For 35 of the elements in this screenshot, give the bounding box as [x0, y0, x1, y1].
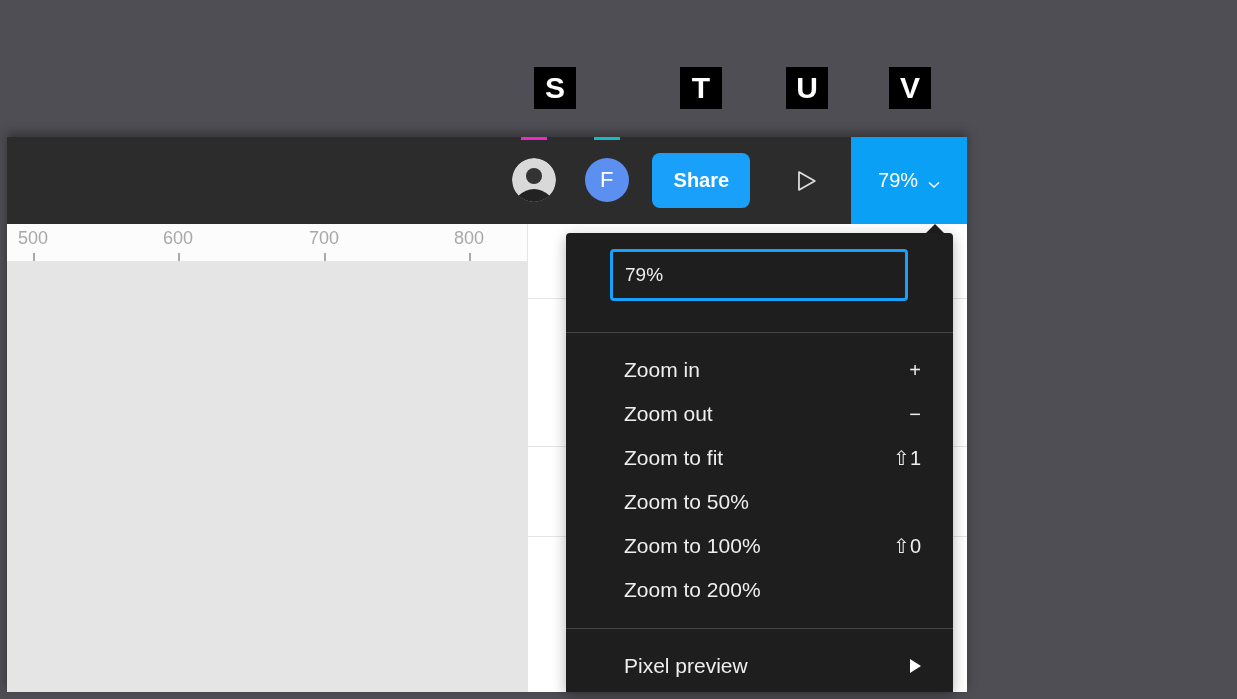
- menu-item-label: Zoom to 200%: [624, 578, 761, 602]
- ruler-tick: [469, 253, 471, 261]
- ruler-tick: [33, 253, 35, 261]
- ruler-label: 800: [454, 228, 484, 249]
- menu-item-label: Zoom in: [624, 358, 700, 382]
- menu-item-label: Pixel preview: [624, 654, 748, 678]
- callout-label: S: [534, 67, 576, 109]
- menu-item[interactable]: Zoom to 200%: [566, 568, 953, 612]
- menu-item[interactable]: Zoom to fit ⇧1: [566, 436, 953, 480]
- shortcut-label: ⇧0: [892, 534, 921, 558]
- shortcut-label: −: [909, 402, 921, 426]
- menu-item[interactable]: Zoom to 100% ⇧0: [566, 524, 953, 568]
- avatar-icon[interactable]: [511, 158, 556, 202]
- callout-label: V: [889, 67, 931, 109]
- shortcut-label: ⇧1: [892, 446, 921, 470]
- submenu-arrow-icon: [909, 659, 921, 673]
- play-icon[interactable]: [797, 169, 818, 192]
- ruler-label: 500: [18, 228, 48, 249]
- zoom-input[interactable]: 79%: [610, 249, 908, 301]
- callout-label: T: [680, 67, 722, 109]
- menu-item[interactable]: Zoom out −: [566, 392, 953, 436]
- ruler-tick: [178, 253, 180, 261]
- menu-item[interactable]: Zoom in +: [566, 348, 953, 392]
- menu-item[interactable]: Pixel preview: [566, 644, 953, 688]
- menu-item-label: Zoom to 50%: [624, 490, 749, 514]
- caret-icon: [928, 180, 941, 189]
- menu-item-label: Zoom to 100%: [624, 534, 761, 558]
- ruler-tick: [324, 253, 326, 261]
- ruler-label: 700: [309, 228, 339, 249]
- menu-item-label: Zoom out: [624, 402, 713, 426]
- menu-item-label: Zoom to fit: [624, 446, 724, 470]
- shortcut-label: +: [909, 358, 921, 382]
- ruler-label: 600: [163, 228, 193, 249]
- callout-label: U: [786, 67, 828, 109]
- menu-item[interactable]: Zoom to 50%: [566, 480, 953, 524]
